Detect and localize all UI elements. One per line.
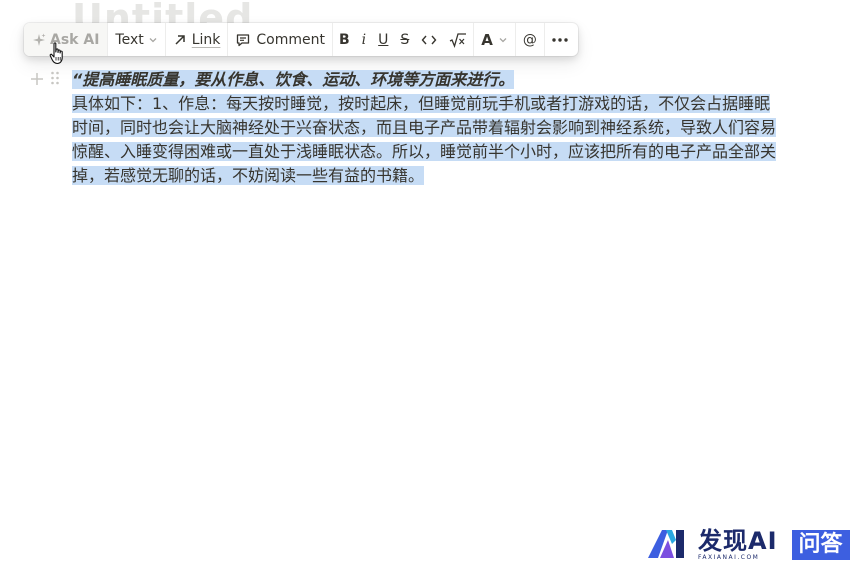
- strikethrough-button[interactable]: S: [394, 23, 415, 56]
- sparkle-icon: [32, 33, 46, 47]
- editor-page: Untitled Ask AI Text Link Comment B i U …: [0, 0, 864, 572]
- mention-button[interactable]: @: [516, 23, 544, 56]
- chevron-down-icon: [148, 35, 158, 45]
- chevron-down-icon: [498, 35, 508, 45]
- paragraph-heading: “提高睡眠质量，要从作息、饮食、运动、环境等方面来进行。: [72, 70, 515, 89]
- comment-label: Comment: [256, 31, 325, 48]
- equation-button[interactable]: [443, 23, 473, 56]
- text-block[interactable]: “提高睡眠质量，要从作息、饮食、运动、环境等方面来进行。 具体如下：1、作息：每…: [72, 68, 784, 188]
- square-root-icon: [449, 32, 467, 48]
- add-block-icon[interactable]: [30, 71, 44, 90]
- underline-button[interactable]: U: [372, 23, 394, 56]
- arrow-up-right-icon: [173, 33, 187, 47]
- code-icon: [421, 33, 437, 47]
- more-dots-icon: [552, 37, 568, 42]
- text-type-dropdown[interactable]: Text: [108, 23, 164, 56]
- link-button[interactable]: Link: [166, 23, 228, 56]
- comment-icon: [235, 32, 251, 48]
- watermark-subtitle: FAXIANAI.COM: [698, 554, 760, 561]
- bold-button[interactable]: B: [333, 23, 356, 56]
- code-button[interactable]: [415, 23, 443, 56]
- block-handle: [30, 70, 60, 90]
- link-label: Link: [191, 31, 221, 48]
- watermark-title: 发现AI: [698, 527, 778, 555]
- comment-button[interactable]: Comment: [228, 23, 332, 56]
- ai-logo-icon: [646, 526, 690, 564]
- text-type-label: Text: [115, 31, 144, 48]
- formatting-toolbar: Ask AI Text Link Comment B i U S A @: [24, 23, 578, 56]
- text-color-dropdown[interactable]: A: [474, 23, 515, 56]
- text-color-label: A: [481, 30, 493, 49]
- drag-handle-icon[interactable]: [50, 70, 60, 90]
- more-options-button[interactable]: [545, 23, 575, 56]
- paragraph-body: 具体如下：1、作息：每天按时睡觉，按时起床，但睡觉前玩手机或者打游戏的话，不仅会…: [72, 94, 777, 185]
- watermark-logo: 发现AI FAXIANAI.COM 问答: [646, 526, 850, 564]
- hand-pointer-cursor-icon: [49, 42, 67, 70]
- italic-button[interactable]: i: [356, 23, 372, 56]
- watermark-badge: 问答: [791, 530, 850, 560]
